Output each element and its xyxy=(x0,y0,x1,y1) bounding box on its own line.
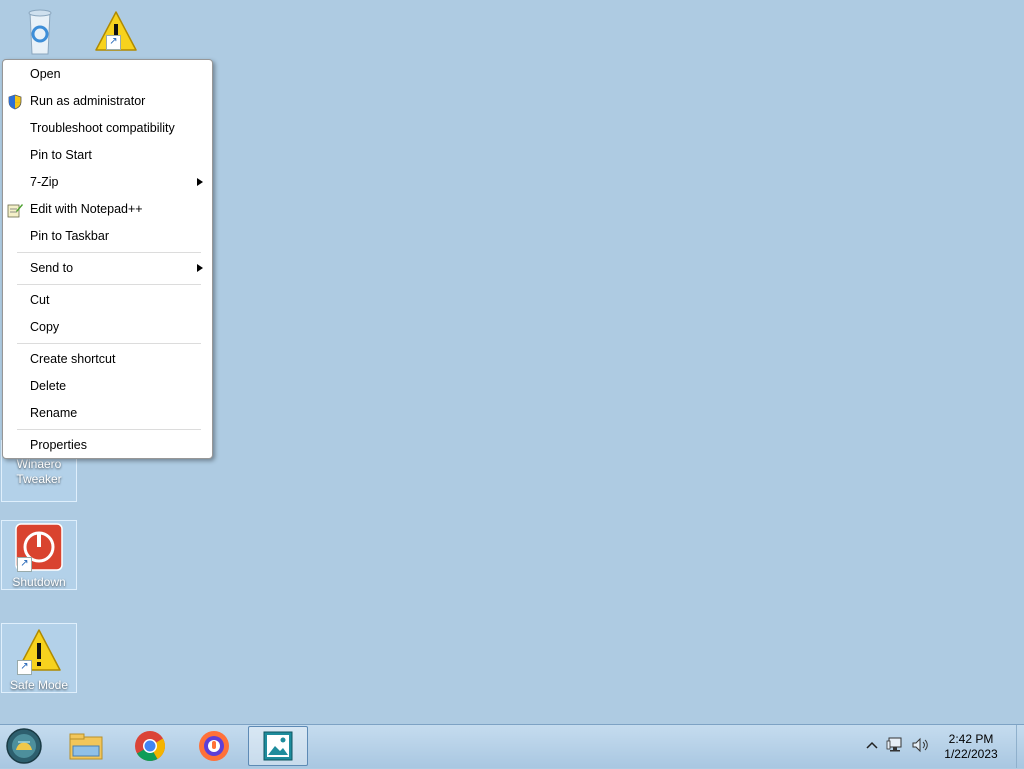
submenu-arrow-icon xyxy=(197,264,203,272)
menu-item-run-as-administrator[interactable]: Run as administrator xyxy=(3,88,212,114)
start-orb-icon xyxy=(4,726,44,766)
power-button-icon: ↗ xyxy=(15,523,63,571)
file-explorer-icon xyxy=(58,726,114,766)
menu-item-label: Properties xyxy=(30,438,87,452)
taskbar-chrome[interactable] xyxy=(122,726,178,766)
uac-shield-icon xyxy=(7,93,23,109)
network-icon xyxy=(886,736,906,754)
clock-time: 2:42 PM xyxy=(934,732,1008,747)
menu-item-label: Delete xyxy=(30,379,66,393)
context-menu: Open Run as administrator Troubleshoot c… xyxy=(2,59,213,459)
menu-item-7-zip[interactable]: 7-Zip xyxy=(3,169,212,195)
menu-item-label: Pin to Taskbar xyxy=(30,229,109,243)
menu-item-troubleshoot-compatibility[interactable]: Troubleshoot compatibility xyxy=(3,115,212,141)
show-hidden-icons-button[interactable] xyxy=(864,737,880,753)
menu-item-create-shortcut[interactable]: Create shortcut xyxy=(3,346,212,372)
menu-item-label: Create shortcut xyxy=(30,352,115,366)
warning-icon: ↗ xyxy=(15,626,63,674)
menu-separator xyxy=(17,429,201,430)
menu-item-label: Copy xyxy=(30,320,59,334)
chevron-up-icon xyxy=(864,737,880,753)
menu-item-send-to[interactable]: Send to xyxy=(3,255,212,281)
menu-item-pin-to-start[interactable]: Pin to Start xyxy=(3,142,212,168)
network-tray-button[interactable] xyxy=(886,736,906,754)
recycle-bin-icon xyxy=(16,6,64,54)
taskbar-image-viewer[interactable] xyxy=(248,726,308,766)
menu-item-pin-to-taskbar[interactable]: Pin to Taskbar xyxy=(3,223,212,249)
menu-item-cut[interactable]: Cut xyxy=(3,287,212,313)
speaker-icon xyxy=(910,736,930,754)
menu-item-open[interactable]: Open xyxy=(3,61,212,87)
menu-item-delete[interactable]: Delete xyxy=(3,373,212,399)
desktop-icon-safe-mode[interactable]: ↗ Safe Mode xyxy=(1,623,77,693)
warning-icon: ↗ xyxy=(92,6,140,54)
notepadpp-icon xyxy=(7,201,23,217)
menu-separator xyxy=(17,343,201,344)
desktop-icon-label: Shutdown xyxy=(2,575,76,590)
clock-date: 1/22/2023 xyxy=(934,747,1008,762)
menu-item-copy[interactable]: Copy xyxy=(3,314,212,340)
taskbar: 2:42 PM 1/22/2023 xyxy=(0,724,1024,768)
recycle-bin-desktop-icon[interactable] xyxy=(2,4,78,60)
menu-item-label: Send to xyxy=(30,261,73,275)
menu-item-rename[interactable]: Rename xyxy=(3,400,212,426)
shortcut-arrow-icon: ↗ xyxy=(17,660,32,675)
desktop-icon-label: Safe Mode xyxy=(2,678,76,693)
menu-item-label: Open xyxy=(30,67,61,81)
taskbar-file-explorer[interactable] xyxy=(58,726,114,766)
taskbar-firefox[interactable] xyxy=(186,726,242,766)
menu-separator xyxy=(17,284,201,285)
image-viewer-icon xyxy=(249,727,307,765)
menu-item-label: Rename xyxy=(30,406,77,420)
menu-separator xyxy=(17,252,201,253)
taskbar-clock[interactable]: 2:42 PM 1/22/2023 xyxy=(934,732,1008,762)
chrome-icon xyxy=(122,726,178,766)
volume-tray-button[interactable] xyxy=(910,736,930,754)
menu-item-label: Cut xyxy=(30,293,49,307)
menu-item-label: 7-Zip xyxy=(30,175,58,189)
shortcut-arrow-icon: ↗ xyxy=(17,557,32,572)
desktop-icon-shutdown[interactable]: ↗ Shutdown xyxy=(1,520,77,590)
warning-shortcut-desktop-icon[interactable]: ↗ xyxy=(78,4,154,60)
menu-item-label: Run as administrator xyxy=(30,94,145,108)
show-desktop-button[interactable] xyxy=(1016,725,1024,768)
start-button[interactable] xyxy=(4,726,48,766)
menu-item-label: Pin to Start xyxy=(30,148,92,162)
menu-item-edit-with-notepadpp[interactable]: Edit with Notepad++ xyxy=(3,196,212,222)
desktop-icon-label: Tweaker xyxy=(2,472,76,487)
menu-item-properties[interactable]: Properties xyxy=(3,432,212,458)
shortcut-arrow-icon: ↗ xyxy=(106,35,121,50)
submenu-arrow-icon xyxy=(197,178,203,186)
firefox-icon xyxy=(186,726,242,766)
desktop-icon-label: Winaero xyxy=(2,457,76,472)
menu-item-label: Troubleshoot compatibility xyxy=(30,121,175,135)
menu-item-label: Edit with Notepad++ xyxy=(30,202,143,216)
